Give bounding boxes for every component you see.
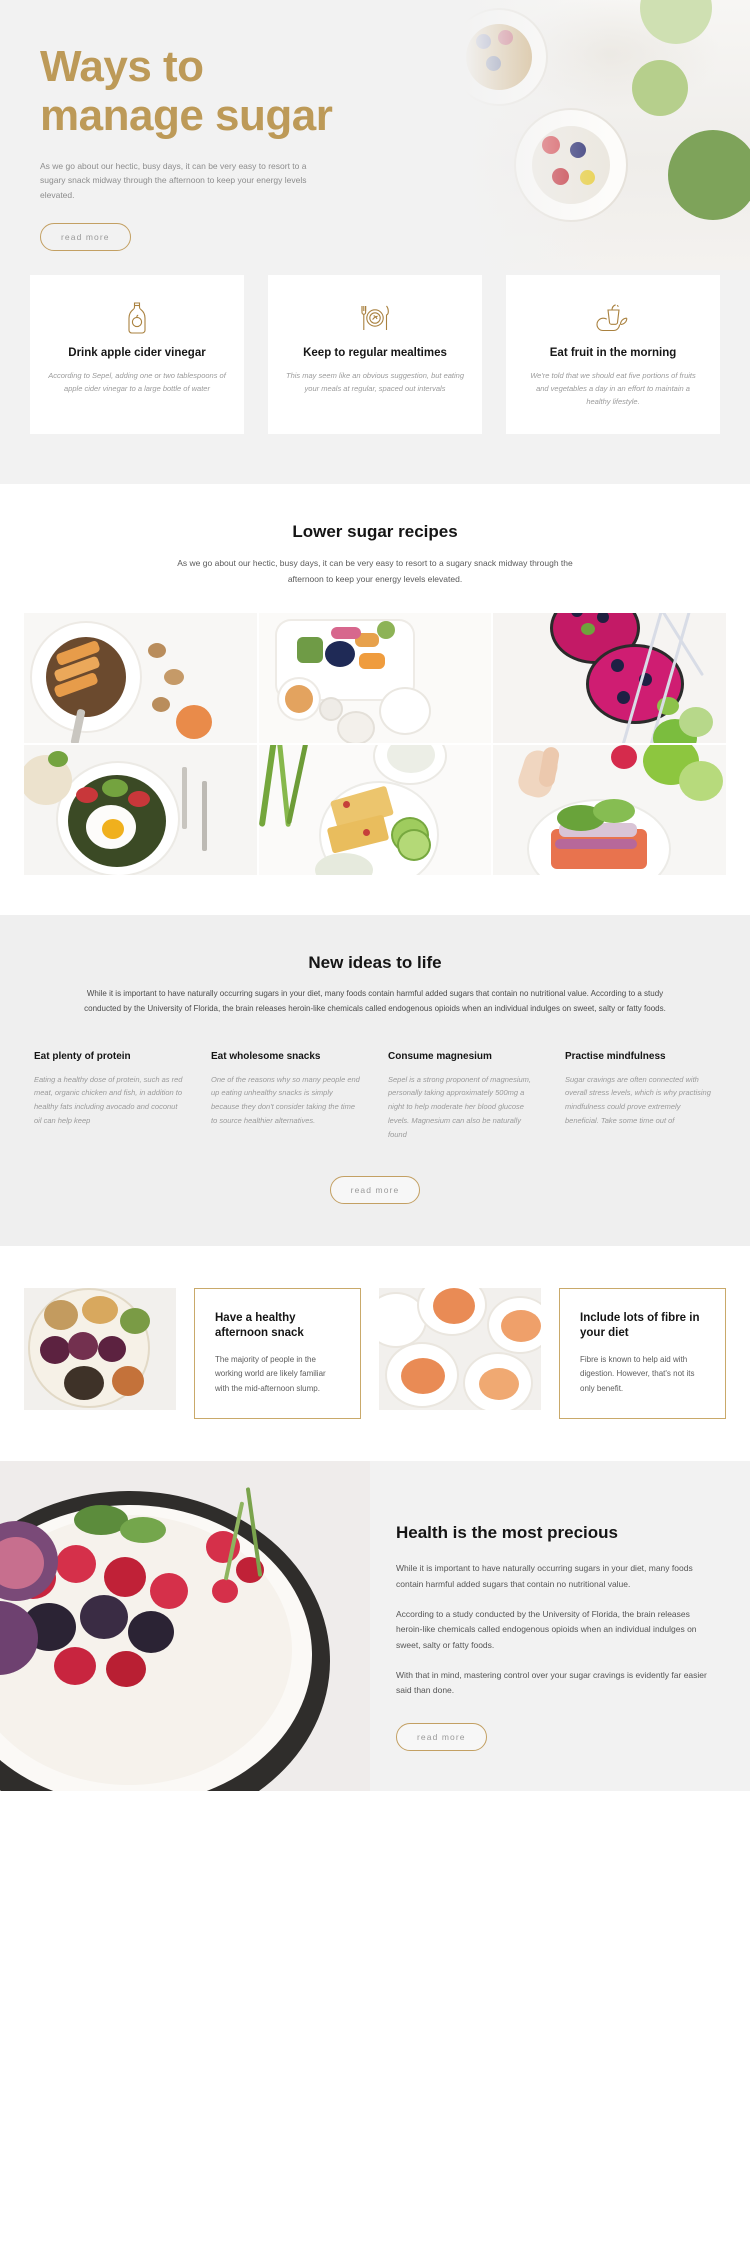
idea-title: Practise mindfulness	[565, 1050, 666, 1062]
hero-title-line-2: manage sugar	[40, 91, 333, 141]
recipe-photo[interactable]	[493, 612, 726, 743]
closing-title: Health is the most precious	[396, 1523, 618, 1543]
tip-card-text: Fibre is known to help aid with digestio…	[580, 1354, 695, 1393]
feature-card-title: Keep to regular mealtimes	[303, 347, 447, 359]
feature-card-title: Drink apple cider vinegar	[68, 347, 206, 359]
tip-card-title: Include lots of fibre in your diet	[580, 1311, 700, 1340]
feature-cards-section: Drink apple cider vinegar According to S…	[0, 275, 750, 485]
recipe-photo[interactable]	[258, 744, 492, 875]
feature-card-text: According to Sepel, adding one or two ta…	[48, 371, 226, 394]
ideas-section: New ideas to life While it is important …	[0, 914, 750, 1246]
idea-column: Eat plenty of protein Eating a healthy d…	[34, 1051, 185, 1142]
fruit-juice-icon	[524, 301, 702, 335]
closing-paragraph: According to a study conducted by the Un…	[396, 1608, 697, 1651]
feature-card-text: This may seem like an obvious suggestion…	[286, 371, 465, 394]
feature-card: Keep to regular mealtimes This may seem …	[268, 275, 482, 435]
recipes-title: Lower sugar recipes	[292, 522, 458, 542]
closing-paragraph: With that in mind, mastering control ove…	[396, 1669, 707, 1696]
hero-title-line-1: Ways to	[40, 42, 204, 91]
idea-column: Eat wholesome snacks One of the reasons …	[211, 1051, 362, 1142]
page-title: Ways to manage sugar	[40, 42, 460, 141]
ideas-title: New ideas to life	[308, 952, 442, 972]
closing-text: Health is the most precious While it is …	[370, 1461, 750, 1792]
hero-subtitle: As we go about our hectic, busy days, it…	[40, 160, 307, 201]
feature-card: Eat fruit in the morning We're told that…	[506, 275, 720, 435]
idea-title: Eat wholesome snacks	[211, 1050, 321, 1062]
recipe-photo[interactable]	[258, 612, 492, 743]
closing-paragraph: While it is important to have naturally …	[396, 1563, 693, 1589]
idea-title: Consume magnesium	[388, 1050, 492, 1062]
landing-page: Ways to manage sugar As we go about our …	[0, 0, 750, 1792]
idea-column: Consume magnesium Sepel is a strong prop…	[388, 1051, 539, 1142]
recipe-photo[interactable]	[24, 744, 257, 875]
feature-card: Drink apple cider vinegar According to S…	[30, 275, 244, 435]
recipes-photo-grid	[0, 612, 750, 875]
vinegar-bottle-icon	[48, 301, 226, 335]
tips-section: Have a healthy afternoon snack The major…	[0, 1245, 750, 1462]
recipes-lead: As we go about our hectic, busy days, it…	[177, 558, 573, 584]
idea-column: Practise mindfulness Sugar cravings are …	[565, 1051, 716, 1142]
idea-title: Eat plenty of protein	[34, 1050, 131, 1062]
idea-text: One of the reasons why so many people en…	[211, 1074, 360, 1126]
hero-read-more-button[interactable]: read more	[40, 223, 131, 252]
feature-card-text: We're told that we should eat five porti…	[530, 371, 696, 407]
idea-text: Eating a healthy dose of protein, such a…	[34, 1074, 183, 1126]
tip-card: Have a healthy afternoon snack The major…	[194, 1287, 361, 1420]
recipe-photo[interactable]	[24, 612, 257, 743]
recipes-section: Lower sugar recipes As we go about our h…	[0, 484, 750, 915]
idea-text: Sepel is a strong proponent of magnesium…	[388, 1074, 532, 1140]
berry-yogurt-bowl-photo	[0, 1461, 370, 1792]
ideas-lead: While it is important to have naturally …	[84, 988, 666, 1013]
recipe-photo[interactable]	[493, 744, 726, 875]
closing-read-more-button[interactable]: read more	[396, 1723, 487, 1752]
tip-card-title: Have a healthy afternoon snack	[215, 1311, 304, 1340]
closing-section: Health is the most precious While it is …	[0, 1461, 750, 1792]
tip-card-text: The majority of people in the working wo…	[215, 1354, 326, 1393]
ideas-columns: Eat plenty of protein Eating a healthy d…	[0, 1051, 750, 1142]
grazing-board-photo[interactable]	[24, 1287, 176, 1410]
feature-card-title: Eat fruit in the morning	[549, 347, 677, 359]
plate-cutlery-icon	[286, 301, 464, 335]
brunch-table-photo[interactable]	[379, 1287, 541, 1410]
tip-card: Include lots of fibre in your diet Fibre…	[559, 1287, 726, 1420]
idea-text: Sugar cravings are often connected with …	[565, 1074, 711, 1126]
ideas-read-more-button[interactable]: read more	[329, 1175, 421, 1204]
